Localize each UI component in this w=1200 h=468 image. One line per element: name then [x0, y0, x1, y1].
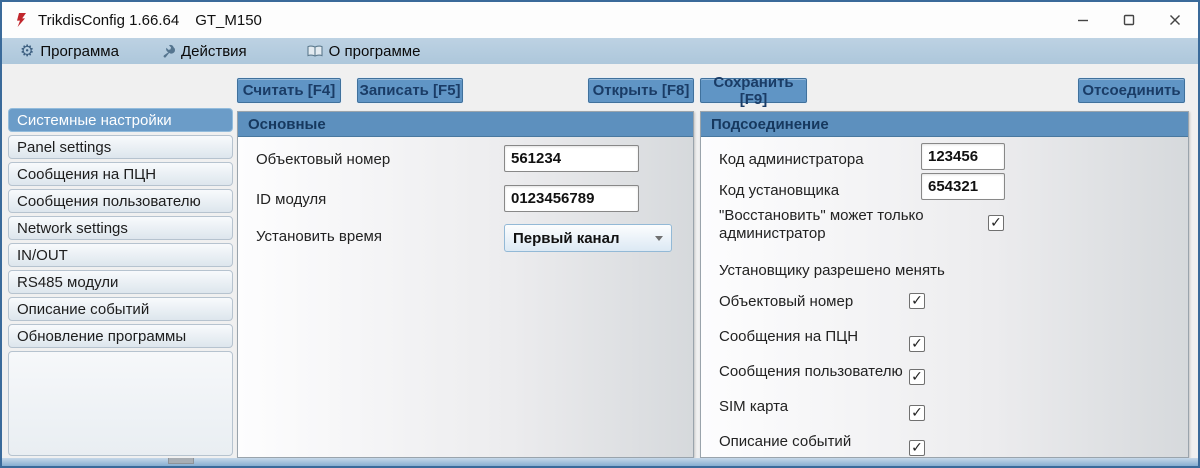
device-name: GT_M150: [195, 11, 262, 29]
perm-event-descriptions-checkbox[interactable]: [909, 440, 925, 456]
perm-object-number-label: Объектовый номер: [719, 293, 854, 310]
module-id-input[interactable]: [504, 185, 639, 212]
perm-event-descriptions-label: Описание событий: [719, 433, 852, 450]
sidebar-item-label: Panel settings: [17, 138, 112, 156]
open-button[interactable]: Открыть [F8]: [588, 78, 694, 103]
perm-cms-messages-checkbox[interactable]: [909, 336, 925, 352]
basic-settings-panel: Основные Объектовый номер ID модуля Уста…: [237, 111, 694, 458]
perm-cms-messages-label: Сообщения на ПЦН: [719, 328, 859, 345]
content-area: Считать [F4] Записать [F5] Открыть [F8] …: [2, 64, 1198, 458]
installer-code-label: Код установщика: [719, 182, 840, 199]
installer-code-input[interactable]: [921, 173, 1005, 200]
window-title: TrikdisConfig 1.66.64: [38, 11, 180, 29]
connection-panel: Подсоединение Код администратора Код уст…: [700, 111, 1189, 458]
sidebar-item-firmware-update[interactable]: Обновление программы: [8, 324, 233, 348]
menu-about[interactable]: О программе: [297, 38, 431, 64]
sidebar-item-network-settings[interactable]: Network settings: [8, 216, 233, 240]
close-icon: [1170, 15, 1180, 25]
window-bottom-edge: [2, 458, 1198, 466]
gear-icon: ⚙: [20, 41, 35, 60]
chevron-down-icon: [655, 236, 663, 245]
window-controls: [1060, 2, 1198, 38]
menu-program-label: Программа: [40, 42, 119, 60]
menu-program[interactable]: ⚙ Программа: [10, 38, 129, 64]
perm-user-messages-label: Сообщения пользователю: [719, 363, 903, 380]
sidebar-item-label: Обновление программы: [17, 327, 187, 345]
write-button[interactable]: Записать [F5]: [357, 78, 463, 103]
maximize-button[interactable]: [1106, 2, 1152, 38]
sidebar-item-in-out[interactable]: IN/OUT: [8, 243, 233, 267]
module-id-label: ID модуля: [256, 191, 327, 208]
sidebar-item-label: RS485 модули: [17, 273, 119, 291]
perm-sim-card-checkbox[interactable]: [909, 405, 925, 421]
minimize-button[interactable]: [1060, 2, 1106, 38]
menu-actions-label: Действия: [180, 42, 247, 60]
set-time-selected-value: Первый канал: [513, 229, 620, 247]
minimize-icon: [1078, 19, 1088, 22]
menu-actions[interactable]: Действия: [151, 38, 257, 64]
sidebar-item-label: Network settings: [17, 219, 128, 237]
maximize-icon: [1123, 14, 1135, 26]
close-button[interactable]: [1152, 2, 1198, 38]
restore-admin-only-label: "Восстановить" может только администрато…: [719, 207, 924, 242]
sidebar-item-rs485-modules[interactable]: RS485 модули: [8, 270, 233, 294]
perm-sim-card-label: SIM карта: [719, 398, 789, 415]
sidebar-item-panel-settings[interactable]: Panel settings: [8, 135, 233, 159]
app-logo-icon: [14, 12, 29, 28]
menubar: ⚙ Программа Действия О программе: [2, 38, 1198, 64]
sidebar-item-label: Сообщения на ПЦН: [17, 165, 157, 183]
sidebar-item-label: IN/OUT: [17, 246, 68, 264]
sidebar-item-event-descriptions[interactable]: Описание событий: [8, 297, 233, 321]
connection-panel-header: Подсоединение: [701, 112, 1188, 137]
set-time-label: Установить время: [256, 228, 382, 245]
object-number-label: Объектовый номер: [256, 151, 391, 168]
sidebar-item-label: Описание событий: [17, 300, 150, 318]
basic-panel-header: Основные: [238, 112, 693, 137]
sidebar-item-system-settings[interactable]: Системные настройки: [8, 108, 233, 132]
menu-about-label: О программе: [328, 42, 421, 60]
perm-object-number-checkbox[interactable]: [909, 293, 925, 309]
save-button[interactable]: Сохранить [F9]: [700, 74, 807, 108]
wrench-icon: [161, 44, 175, 58]
sidebar-empty-area: [8, 351, 233, 456]
sidebar: Системные настройки Panel settings Сообщ…: [8, 108, 233, 456]
restore-admin-only-checkbox[interactable]: [988, 215, 1004, 231]
admin-code-label: Код администратора: [719, 151, 864, 168]
sidebar-item-cms-messages[interactable]: Сообщения на ПЦН: [8, 162, 233, 186]
installer-allowed-heading: Установщику разрешено менять: [719, 262, 945, 279]
app-window: TrikdisConfig 1.66.64 GT_M150 ⚙ Программ…: [0, 0, 1200, 468]
perm-user-messages-checkbox[interactable]: [909, 369, 925, 385]
admin-code-input[interactable]: [921, 143, 1005, 170]
bottom-notch: [168, 458, 194, 464]
book-icon: [307, 45, 323, 58]
titlebar: TrikdisConfig 1.66.64 GT_M150: [2, 2, 1198, 38]
disconnect-button[interactable]: Отсоединить: [1078, 78, 1185, 103]
sidebar-item-label: Сообщения пользователю: [17, 192, 201, 210]
set-time-dropdown[interactable]: Первый канал: [504, 224, 672, 252]
sidebar-item-user-messages[interactable]: Сообщения пользователю: [8, 189, 233, 213]
read-button[interactable]: Считать [F4]: [237, 78, 341, 103]
object-number-input[interactable]: [504, 145, 639, 172]
sidebar-item-label: Системные настройки: [17, 111, 172, 129]
